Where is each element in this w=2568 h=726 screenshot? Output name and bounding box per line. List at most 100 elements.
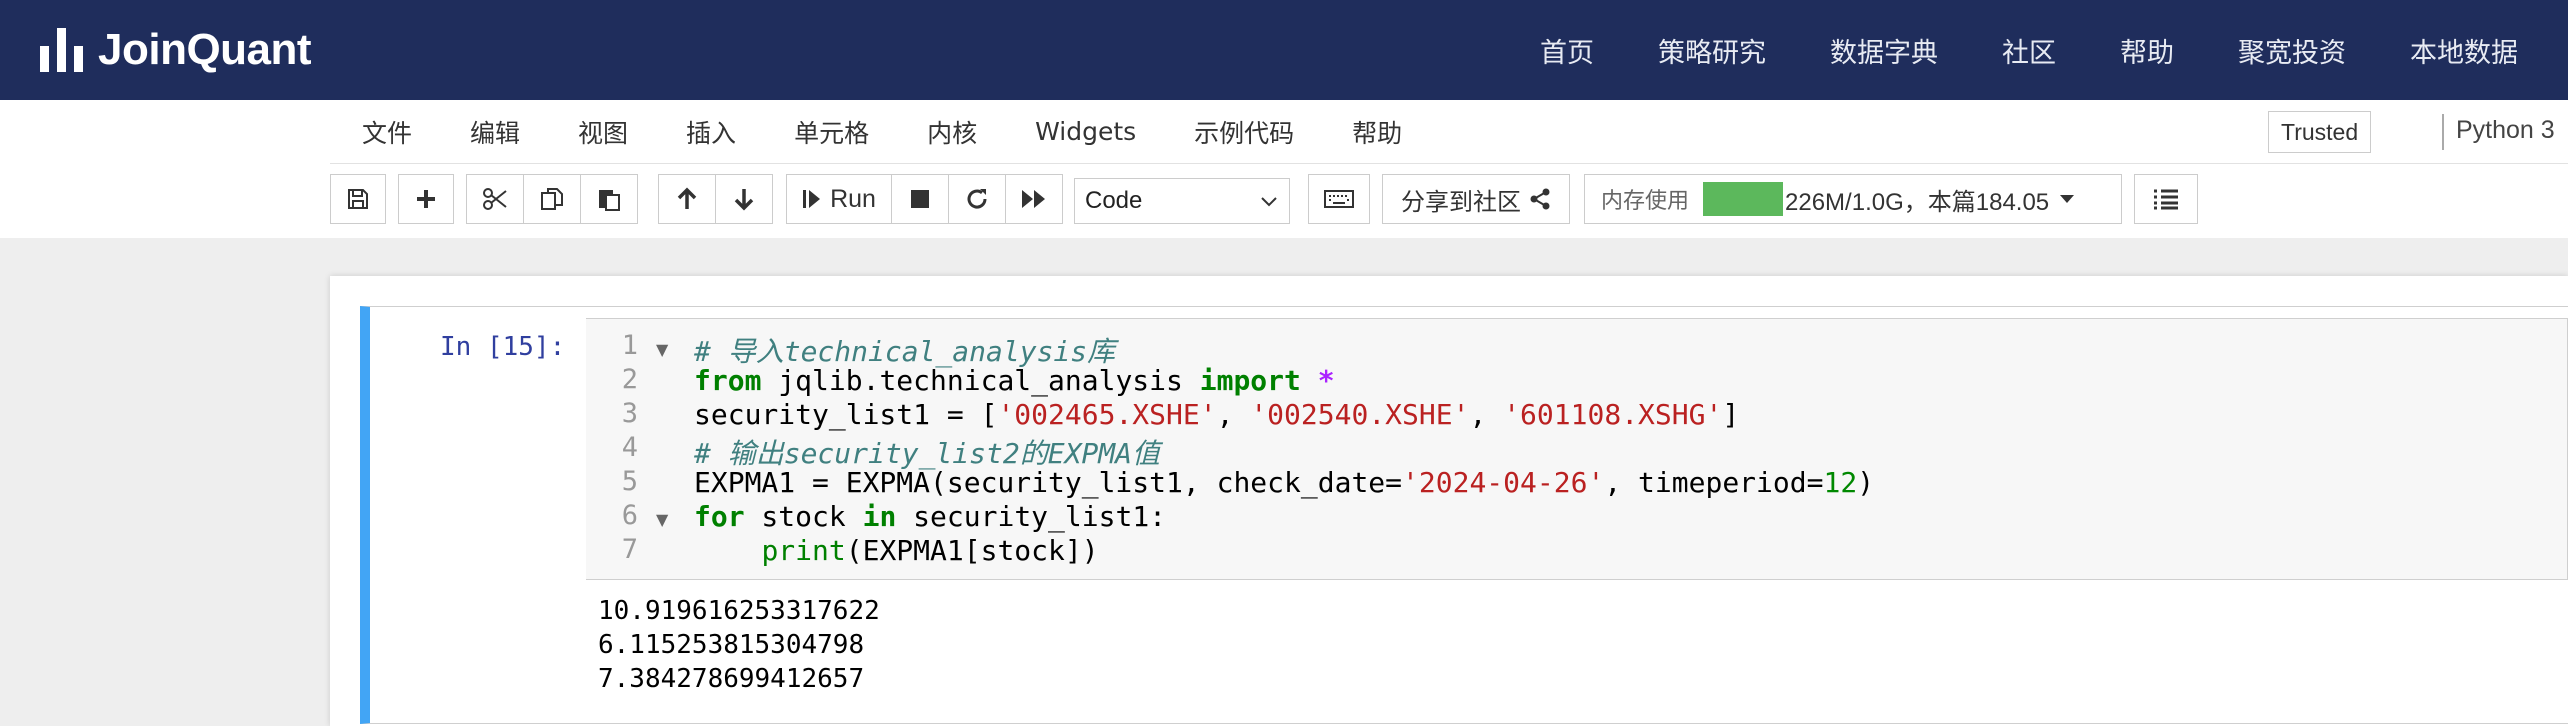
code-builtin: print bbox=[761, 534, 846, 567]
code-text: ) bbox=[1857, 466, 1875, 499]
nav-local-data[interactable]: 本地数据 bbox=[2410, 31, 2518, 70]
command-palette-button[interactable] bbox=[1308, 174, 1370, 224]
menubar: 文件 编辑 视图 插入 单元格 内核 Widgets 示例代码 帮助 bbox=[330, 100, 2568, 164]
line-number: 2 bbox=[621, 364, 638, 395]
menu-help[interactable]: 帮助 bbox=[1352, 114, 1402, 150]
arrow-up-icon bbox=[677, 187, 697, 209]
code-text: stock bbox=[744, 500, 863, 533]
code-text: , bbox=[1216, 398, 1251, 431]
code-string: '002465.XSHE' bbox=[997, 398, 1217, 431]
output-line: 6.115253815304798 bbox=[598, 630, 865, 660]
line-number: 7 bbox=[621, 534, 638, 565]
chevron-down-icon bbox=[1261, 197, 1277, 207]
code-string: '2024-04-26' bbox=[1402, 466, 1605, 499]
restart-icon bbox=[967, 189, 987, 209]
line-number: 6 bbox=[621, 500, 638, 531]
nav-joinquant-invest[interactable]: 聚宽投资 bbox=[2238, 31, 2346, 70]
cell-type-select[interactable]: Code bbox=[1074, 178, 1290, 224]
move-down-button[interactable] bbox=[715, 174, 773, 224]
cell-input-prompt: In [15]: bbox=[440, 332, 566, 362]
nav-data-dictionary[interactable]: 数据字典 bbox=[1830, 31, 1938, 70]
code-line-2: from jqlib.technical_analysis import * bbox=[694, 364, 1335, 397]
insert-cell-button[interactable] bbox=[398, 174, 454, 224]
code-keyword: for bbox=[694, 500, 745, 533]
code-keyword: in bbox=[862, 500, 897, 533]
code-line-5: EXPMA1 = EXPMA(security_list1, check_dat… bbox=[694, 466, 1874, 499]
share-to-community-button[interactable]: 分享到社区 bbox=[1382, 174, 1570, 224]
run-button[interactable]: Run bbox=[786, 174, 892, 224]
cell-type-value: Code bbox=[1085, 187, 1143, 214]
code-text: security_list1: bbox=[896, 500, 1167, 533]
share-label: 分享到社区 bbox=[1401, 187, 1521, 216]
code-line-6: for stock in security_list1: bbox=[694, 500, 1166, 533]
kernel-separator bbox=[2442, 114, 2444, 150]
logo-icon bbox=[40, 28, 84, 72]
menu-kernel[interactable]: 内核 bbox=[927, 114, 977, 150]
code-keyword: from bbox=[694, 364, 762, 397]
menu-insert[interactable]: 插入 bbox=[686, 114, 736, 150]
line-number: 4 bbox=[621, 432, 638, 463]
menu-view[interactable]: 视图 bbox=[578, 114, 628, 150]
kernel-name[interactable]: Python 3 bbox=[2456, 116, 2555, 145]
nav-community[interactable]: 社区 bbox=[2002, 31, 2056, 70]
copy-button[interactable] bbox=[523, 174, 581, 224]
output-line: 10.919616253317622 bbox=[598, 596, 880, 626]
code-text: security_list1 = [ bbox=[694, 398, 998, 431]
code-string: '601108.XSHG' bbox=[1503, 398, 1723, 431]
restart-kernel-button[interactable] bbox=[948, 174, 1006, 224]
menu-edit[interactable]: 编辑 bbox=[470, 114, 520, 150]
paste-icon bbox=[599, 190, 620, 211]
run-button-label: Run bbox=[830, 184, 876, 213]
code-text: EXPMA1 = EXPMA(security_list1, check_dat… bbox=[694, 466, 1403, 499]
fold-toggle-icon[interactable]: ▼ bbox=[656, 340, 668, 359]
code-text: ] bbox=[1722, 398, 1740, 431]
line-number: 1 bbox=[621, 330, 638, 361]
menu-file[interactable]: 文件 bbox=[362, 114, 412, 150]
code-operator: * bbox=[1300, 364, 1335, 397]
save-icon bbox=[348, 189, 368, 209]
interrupt-button[interactable] bbox=[891, 174, 949, 224]
output-line: 7.384278699412657 bbox=[598, 664, 865, 694]
memory-usage-label: 内存使用 bbox=[1601, 189, 1690, 214]
step-forward-icon bbox=[803, 190, 821, 208]
code-number: 12 bbox=[1823, 466, 1858, 499]
trusted-indicator[interactable]: Trusted bbox=[2268, 111, 2372, 153]
code-text: , timeperiod= bbox=[1604, 466, 1824, 499]
memory-usage-bar bbox=[1703, 182, 1784, 216]
nav-help[interactable]: 帮助 bbox=[2120, 31, 2174, 70]
cut-button[interactable] bbox=[466, 174, 524, 224]
fold-toggle-icon[interactable]: ▼ bbox=[656, 510, 668, 529]
arrow-down-icon bbox=[734, 189, 754, 211]
plus-icon bbox=[417, 190, 435, 208]
fast-forward-icon bbox=[1022, 190, 1045, 208]
code-keyword: import bbox=[1199, 364, 1301, 397]
code-text: (EXPMA1[stock]) bbox=[845, 534, 1099, 567]
restart-run-all-button[interactable] bbox=[1005, 174, 1063, 224]
list-icon bbox=[2154, 189, 2178, 210]
move-up-button[interactable] bbox=[658, 174, 716, 224]
copy-icon bbox=[541, 188, 563, 210]
table-of-contents-button[interactable] bbox=[2134, 174, 2198, 224]
joinquant-logo[interactable]: JoinQuant bbox=[40, 24, 312, 76]
stop-icon bbox=[911, 190, 929, 208]
code-text: jqlib.technical_analysis bbox=[761, 364, 1200, 397]
nav-home[interactable]: 首页 bbox=[1540, 31, 1594, 70]
paste-button[interactable] bbox=[580, 174, 638, 224]
caret-down-icon bbox=[2060, 195, 2075, 203]
line-number: 3 bbox=[621, 398, 638, 429]
memory-usage-widget[interactable]: 内存使用 226M/1.0G，本篇184.05 bbox=[1584, 174, 2122, 224]
menu-cell[interactable]: 单元格 bbox=[794, 114, 869, 150]
menu-widgets[interactable]: Widgets bbox=[1035, 117, 1136, 146]
nav-links: 首页 策略研究 数据字典 社区 帮助 聚宽投资 本地数据 bbox=[1540, 0, 2568, 100]
nav-strategy-research[interactable]: 策略研究 bbox=[1658, 31, 1766, 70]
code-line-3: security_list1 = ['002465.XSHE', '002540… bbox=[694, 398, 1739, 431]
top-navigation-bar: JoinQuant 首页 策略研究 数据字典 社区 帮助 聚宽投资 本地数据 bbox=[0, 0, 2568, 100]
code-string: '002540.XSHE' bbox=[1250, 398, 1470, 431]
keyboard-icon bbox=[1324, 190, 1354, 208]
share-icon bbox=[1530, 188, 1550, 210]
line-number: 5 bbox=[621, 466, 638, 497]
menu-example-code[interactable]: 示例代码 bbox=[1194, 114, 1294, 150]
brand-name: JoinQuant bbox=[98, 25, 312, 74]
save-button[interactable] bbox=[330, 174, 386, 224]
